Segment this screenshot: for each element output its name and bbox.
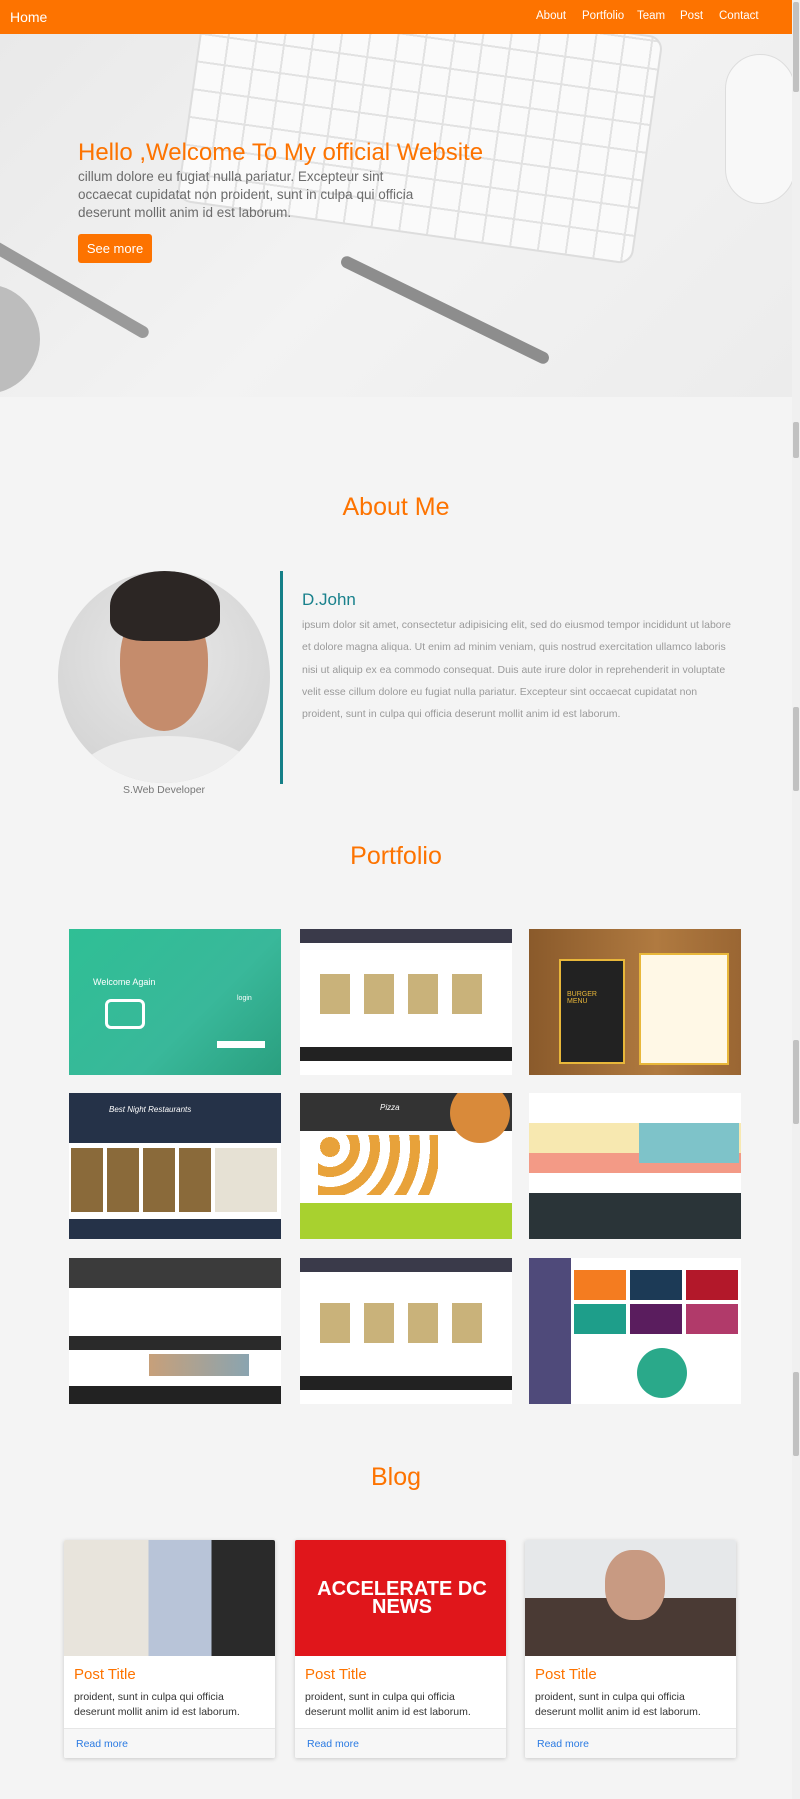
post-excerpt: proident, sunt in culpa qui officia dese… — [535, 1691, 701, 1718]
scrollbar-thumb[interactable] — [793, 2, 799, 92]
cup-image — [0, 284, 40, 394]
news-logo-text: ACCELERATE DC NEWS — [317, 1578, 487, 1618]
portfolio-item[interactable] — [300, 929, 512, 1075]
portfolio-item[interactable] — [529, 1258, 741, 1404]
read-more-link[interactable]: Read more — [307, 1738, 359, 1750]
read-more-link[interactable]: Read more — [76, 1738, 128, 1750]
navbar: Home About Portfolio Team Post Contact — [0, 0, 792, 34]
scrollbar[interactable] — [792, 0, 800, 1799]
see-more-button[interactable]: See more — [78, 234, 152, 263]
blog-card: Post Title proident, sunt in culpa qui o… — [64, 1540, 275, 1758]
nav-contact[interactable]: Contact — [719, 10, 759, 22]
hero-text: cillum dolore eu fugiat nulla pariatur. … — [78, 169, 414, 220]
portfolio-item[interactable] — [529, 1093, 741, 1239]
nav-home[interactable]: Home — [10, 9, 47, 25]
nav-about[interactable]: About — [536, 10, 566, 22]
scrollbar-thumb[interactable] — [793, 707, 799, 791]
portfolio-item[interactable]: Best Night Restaurants — [69, 1093, 281, 1239]
blog-card: Post Title proident, sunt in culpa qui o… — [525, 1540, 736, 1758]
profile-name: D.John — [302, 590, 356, 609]
scrollbar-thumb[interactable] — [793, 422, 799, 458]
portfolio-item[interactable] — [300, 1258, 512, 1404]
portfolio-caption: Best Night Restaurants — [109, 1105, 192, 1114]
pen-image — [339, 254, 551, 366]
post-excerpt: proident, sunt in culpa qui officia dese… — [74, 1691, 240, 1718]
portfolio-caption: BURGER MENU — [559, 959, 625, 1064]
scrollbar-thumb[interactable] — [793, 1372, 799, 1456]
nav-team[interactable]: Team — [637, 10, 665, 22]
portfolio-caption: Welcome Again — [93, 977, 156, 987]
portfolio-item[interactable]: Pizza — [300, 1093, 512, 1239]
handshake-icon — [105, 999, 145, 1029]
post-title: Post Title — [305, 1666, 367, 1683]
blog-card: ACCELERATE DC NEWS Post Title proident, … — [295, 1540, 506, 1758]
post-image — [525, 1540, 736, 1656]
divider — [280, 571, 283, 784]
portfolio-item[interactable]: BURGER MENU — [529, 929, 741, 1075]
portfolio-caption: Pizza — [380, 1103, 400, 1112]
post-image: ACCELERATE DC NEWS — [295, 1540, 506, 1656]
post-image — [64, 1540, 275, 1656]
read-more-link[interactable]: Read more — [537, 1738, 589, 1750]
page: Home About Portfolio Team Post Contact H… — [0, 0, 792, 1799]
hero-title: Hello ,Welcome To My official Website — [78, 139, 484, 166]
portfolio-item[interactable] — [69, 1258, 281, 1404]
profile-bio: ipsum dolor sit amet, consectetur adipis… — [302, 619, 731, 721]
post-excerpt: proident, sunt in culpa qui officia dese… — [305, 1691, 471, 1718]
portfolio-item[interactable]: Welcome Again login — [69, 929, 281, 1075]
role-label: S.Web Developer — [122, 784, 206, 796]
post-title: Post Title — [535, 1666, 597, 1683]
blog-heading: Blog — [370, 1463, 422, 1491]
portfolio-heading: Portfolio — [350, 842, 442, 870]
mouse-image — [725, 54, 792, 204]
about-heading: About Me — [342, 493, 450, 521]
nav-portfolio[interactable]: Portfolio — [582, 10, 624, 22]
scrollbar-thumb[interactable] — [793, 1040, 799, 1124]
nav-post[interactable]: Post — [680, 10, 703, 22]
portfolio-caption: login — [237, 995, 252, 1002]
avatar — [58, 571, 270, 783]
hero-section: Hello ,Welcome To My official Website ci… — [0, 34, 792, 397]
post-title: Post Title — [74, 1666, 136, 1683]
